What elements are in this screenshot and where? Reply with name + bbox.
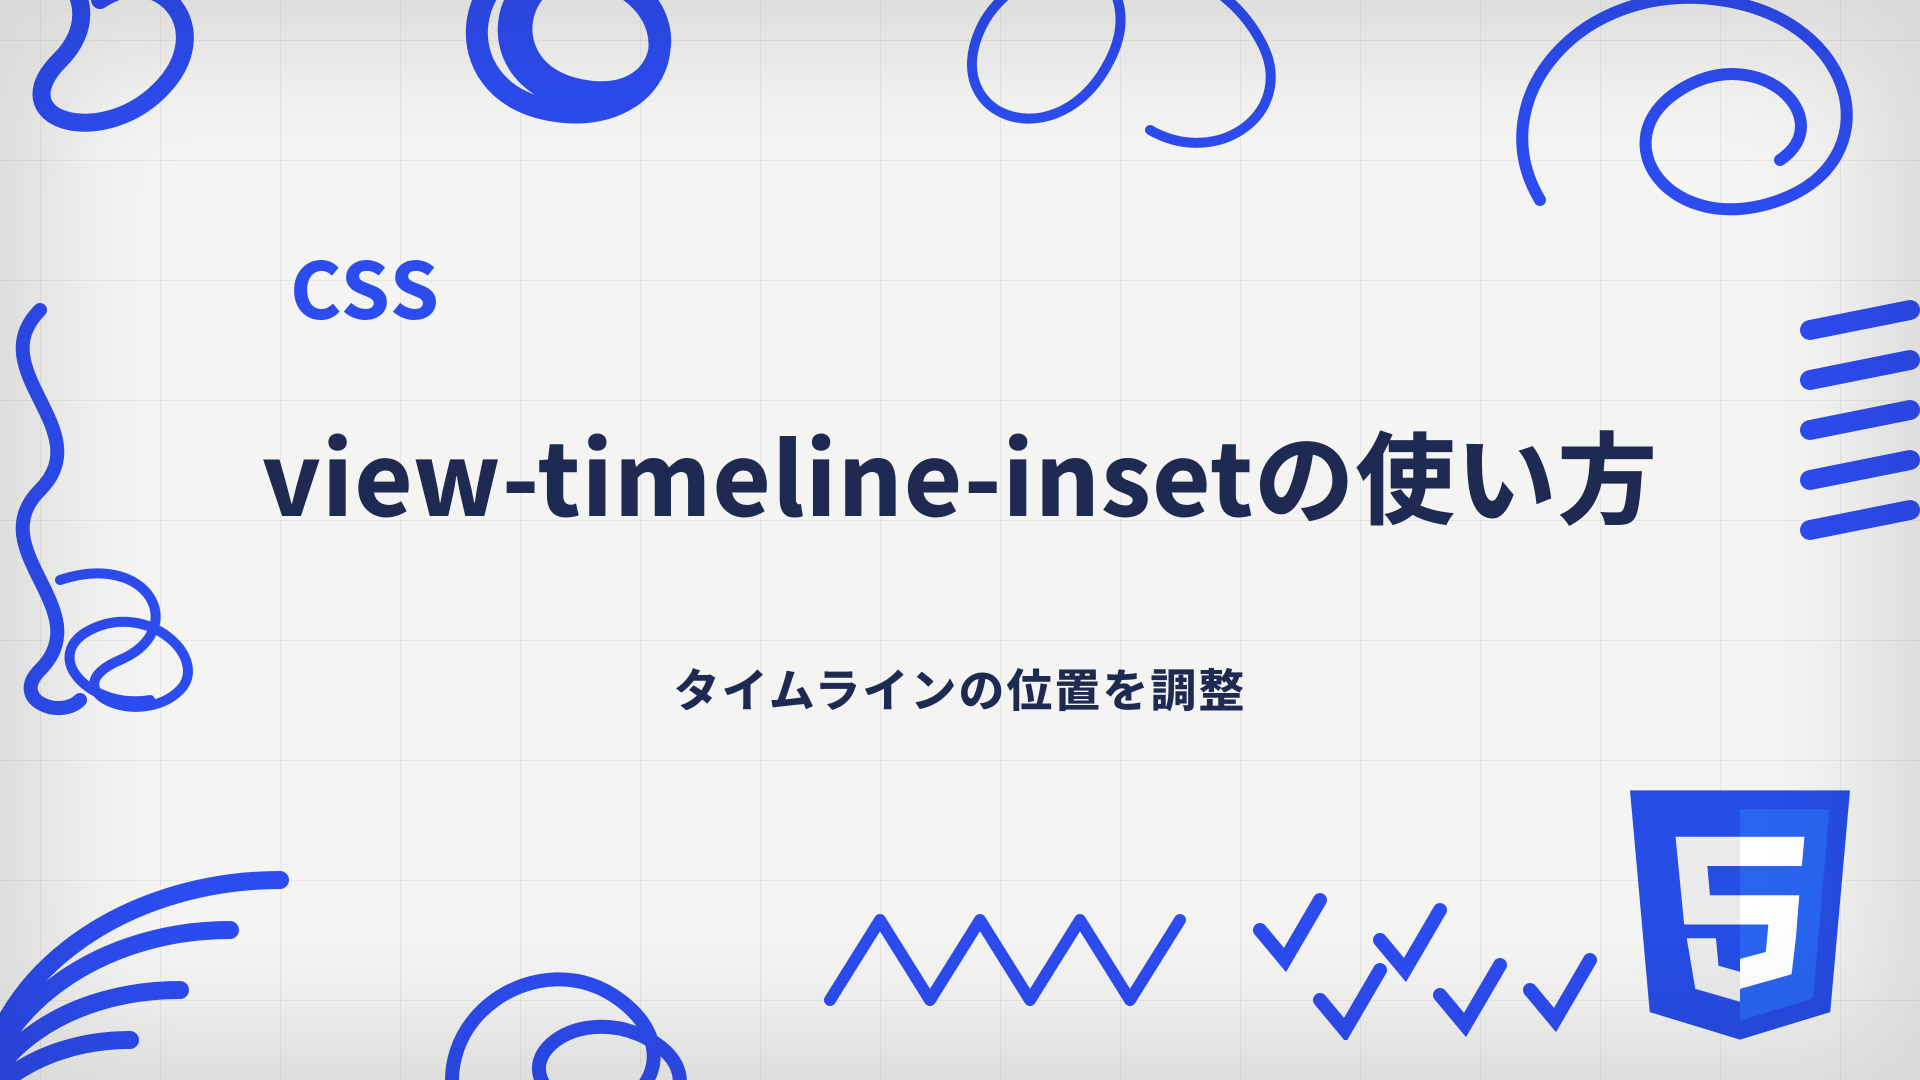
page-subtitle: タイムラインの位置を調整 bbox=[674, 655, 1247, 721]
css3-logo-icon bbox=[1630, 790, 1850, 1040]
category-label: CSS bbox=[290, 230, 441, 342]
page-title: view-timeline-insetの使い方 bbox=[262, 400, 1658, 545]
